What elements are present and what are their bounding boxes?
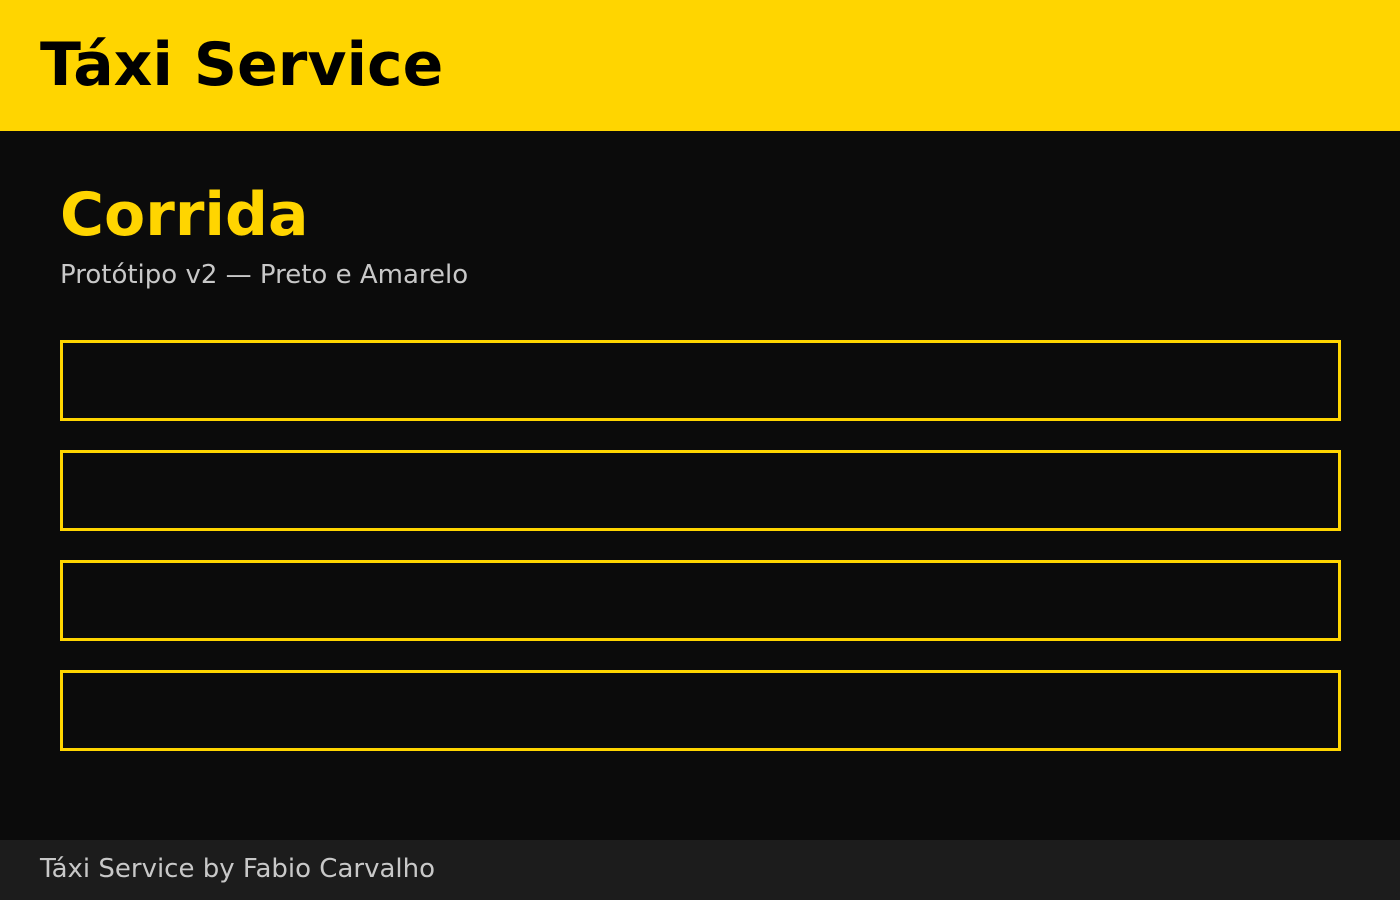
page-title: Corrida	[60, 180, 309, 250]
app-title: Táxi Service	[40, 30, 444, 100]
main-content: Corrida Protótipo v2 — Preto e Amarelo	[0, 131, 1400, 840]
ride-field-4[interactable]	[60, 670, 1341, 751]
page-subtitle: Protótipo v2 — Preto e Amarelo	[60, 260, 469, 290]
ride-field-1[interactable]	[60, 340, 1341, 421]
footer-credit: Táxi Service by Fabio Carvalho	[40, 854, 436, 884]
ride-field-2[interactable]	[60, 450, 1341, 531]
ride-form	[60, 340, 1341, 780]
ride-field-3[interactable]	[60, 560, 1341, 641]
footer: Táxi Service by Fabio Carvalho	[0, 840, 1400, 900]
top-header: Táxi Service	[0, 0, 1400, 131]
app-window: Táxi Service Corrida Protótipo v2 — Pret…	[0, 0, 1400, 900]
